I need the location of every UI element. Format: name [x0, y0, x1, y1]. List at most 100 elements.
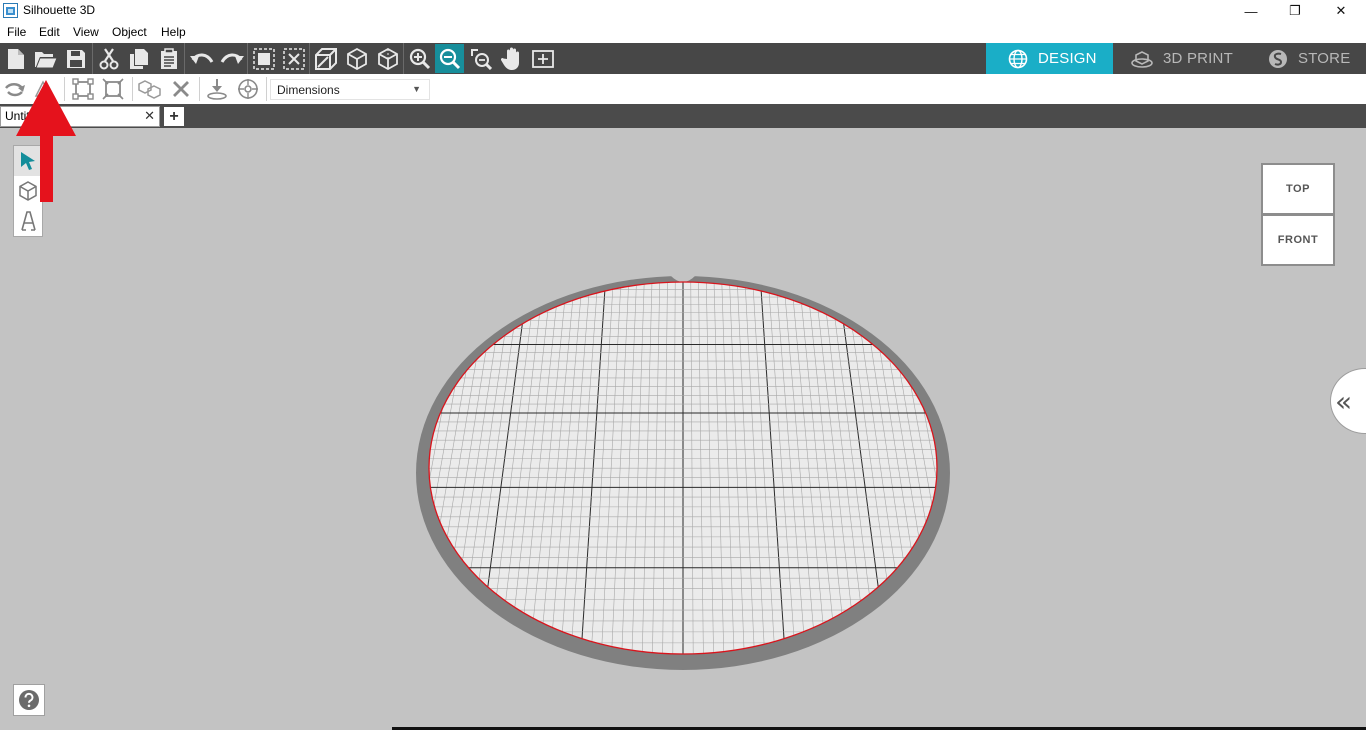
- tab-design[interactable]: DESIGN: [986, 43, 1113, 74]
- menu-view[interactable]: View: [73, 25, 99, 39]
- menu-edit[interactable]: Edit: [39, 25, 60, 39]
- grid-minor-line: [295, 282, 388, 654]
- deselect-icon: [282, 47, 305, 70]
- object-toolbar: [0, 74, 1366, 104]
- text-a-icon: [21, 211, 36, 231]
- clipboard-icon: [160, 47, 177, 69]
- delete-x-icon: [173, 81, 189, 97]
- toolbar-divider: [247, 43, 248, 74]
- delete-button[interactable]: [168, 77, 194, 101]
- bounding-box-icon: [102, 78, 124, 100]
- grid-minor-line: [1063, 282, 1183, 654]
- new-file-icon: [7, 48, 24, 69]
- close-tab-icon[interactable]: ✕: [144, 108, 155, 124]
- grid-minor-line: [183, 282, 303, 654]
- grid-minor-line: [1048, 282, 1163, 654]
- grid-minor-line: [285, 282, 380, 654]
- menu-file[interactable]: File: [7, 25, 26, 39]
- zoom-in-icon: [409, 48, 430, 69]
- toolbar-divider: [92, 43, 93, 74]
- silhouette-s-icon: [1269, 49, 1287, 68]
- design-canvas[interactable]: [0, 128, 1366, 730]
- add-tab-button[interactable]: +: [164, 107, 184, 126]
- grid-major-line: [173, 282, 295, 654]
- zoom-in-button[interactable]: [405, 44, 434, 73]
- grid-minor-line: [962, 282, 1050, 654]
- grid-minor-line: [1009, 282, 1112, 654]
- group-cubes-icon: [138, 80, 161, 99]
- grid-minor-line: [265, 282, 365, 654]
- grid-minor-line: [214, 282, 326, 654]
- center-on-bed-button[interactable]: [235, 77, 261, 101]
- add-frame-button[interactable]: [528, 44, 557, 73]
- tab-store[interactable]: STORE: [1253, 43, 1366, 74]
- grid-minor-line: [306, 282, 396, 654]
- grid-major-line: [275, 282, 373, 654]
- zoom-fit-icon: [470, 48, 492, 70]
- title-bar: Silhouette 3D — ❐ ✕: [0, 0, 1366, 22]
- view-back-button[interactable]: [373, 44, 402, 73]
- grid-minor-line: [326, 282, 411, 654]
- grid-major-line: [1071, 282, 1193, 654]
- dimensions-dropdown[interactable]: Dimensions ▼: [270, 79, 430, 100]
- toolbar-divider: [403, 43, 404, 74]
- paste-button[interactable]: [154, 44, 183, 73]
- double-chevron-left-icon: «: [1335, 385, 1353, 418]
- redo-button[interactable]: [217, 44, 246, 73]
- redo-icon: [220, 53, 244, 64]
- save-button[interactable]: [61, 44, 90, 73]
- perspective-view-button[interactable]: [311, 44, 340, 73]
- minimize-button[interactable]: —: [1228, 0, 1274, 22]
- restore-button[interactable]: ❐: [1272, 0, 1318, 22]
- grid-minor-line: [255, 282, 358, 654]
- frame-plus-icon: [531, 49, 554, 68]
- view-top-button[interactable]: TOP: [1261, 163, 1335, 215]
- plus-icon: +: [169, 107, 179, 125]
- undo-button[interactable]: [187, 44, 216, 73]
- open-file-button[interactable]: [31, 44, 60, 73]
- scissors-icon: [99, 47, 118, 69]
- grid-minor-line: [1017, 282, 1122, 654]
- grid-minor-line: [970, 282, 1060, 654]
- zoom-out-icon: [439, 48, 460, 69]
- view-front-face-button[interactable]: FRONT: [1261, 214, 1335, 266]
- minimize-icon: —: [1244, 3, 1258, 19]
- window-title: Silhouette 3D: [23, 3, 96, 17]
- open-folder-icon: [34, 51, 58, 68]
- drop-down-icon: [207, 79, 227, 100]
- view-top-label: TOP: [1286, 183, 1310, 195]
- app-logo-icon: [3, 3, 18, 18]
- grid-minor-line: [346, 282, 427, 654]
- cut-button[interactable]: [94, 44, 123, 73]
- help-button[interactable]: [13, 684, 45, 716]
- group-button[interactable]: [137, 77, 163, 101]
- pan-button[interactable]: [497, 44, 526, 73]
- select-all-button[interactable]: [249, 44, 278, 73]
- copy-icon: [129, 48, 148, 69]
- tab-3d-print[interactable]: 3D PRINT: [1113, 43, 1253, 74]
- menu-help[interactable]: Help: [161, 25, 186, 39]
- bounding-box-button[interactable]: [100, 77, 126, 101]
- print-bed: [173, 276, 1193, 670]
- dimensions-dropdown-value: Dimensions: [277, 83, 340, 97]
- chevron-down-icon: ▼: [412, 84, 421, 94]
- grid-major-line: [993, 282, 1091, 654]
- text-tool-button[interactable]: [14, 206, 42, 236]
- new-file-button[interactable]: [1, 44, 30, 73]
- zoom-out-button[interactable]: [435, 44, 464, 73]
- grid-minor-line: [336, 282, 419, 654]
- close-window-button[interactable]: ✕: [1318, 0, 1364, 22]
- restore-icon: ❐: [1289, 3, 1301, 18]
- deselect-button[interactable]: [279, 44, 308, 73]
- toolbar-divider: [132, 77, 133, 101]
- undo-icon: [189, 53, 213, 64]
- grid-minor-line: [1032, 282, 1142, 654]
- copy-button[interactable]: [124, 44, 153, 73]
- zoom-fit-button[interactable]: [466, 44, 495, 73]
- grid-minor-line: [234, 282, 341, 654]
- view-front-button[interactable]: [342, 44, 371, 73]
- drop-to-bed-button[interactable]: [204, 77, 230, 101]
- menu-object[interactable]: Object: [112, 25, 147, 39]
- select-all-icon: [252, 47, 275, 70]
- hand-icon: [500, 47, 519, 70]
